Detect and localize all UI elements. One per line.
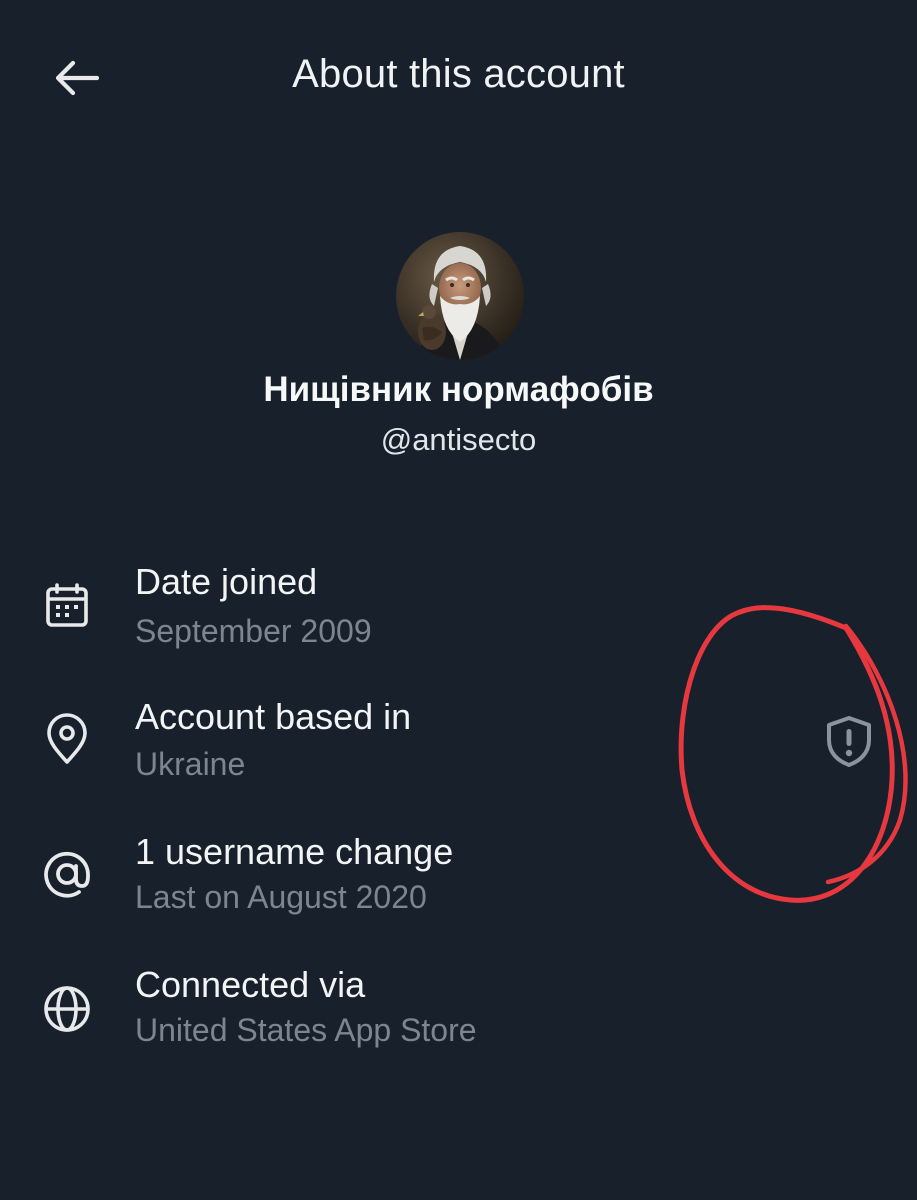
account-based-in-row: Account based in Ukraine xyxy=(0,690,917,800)
header-bar: About this account xyxy=(0,0,917,150)
date-joined-row: Date joined September 2009 xyxy=(0,555,917,665)
username-change-row: 1 username change Last on August 2020 xyxy=(0,825,917,935)
display-name: Нищівник нормафобів xyxy=(263,370,654,409)
calendar-icon xyxy=(38,577,96,635)
avatar[interactable] xyxy=(396,232,524,360)
date-joined-value: September 2009 xyxy=(135,613,372,649)
account-based-in-value: Ukraine xyxy=(135,746,246,782)
account-based-in-label: Account based in xyxy=(135,696,412,737)
globe-icon xyxy=(38,980,96,1038)
username-change-value: Last on August 2020 xyxy=(135,879,427,915)
date-joined-label: Date joined xyxy=(135,561,318,602)
profile-photo xyxy=(396,232,524,360)
connected-via-value: United States App Store xyxy=(135,1012,477,1048)
username-handle: @antisecto xyxy=(380,422,537,457)
page-title: About this account xyxy=(292,52,625,96)
connected-via-label: Connected via xyxy=(135,964,366,1005)
username-change-label: 1 username change xyxy=(135,831,454,872)
shield-alert-icon xyxy=(827,716,871,767)
about-account-screen: About this account Нищівник нормафобів @… xyxy=(0,0,917,1200)
at-sign-icon xyxy=(38,845,96,903)
connected-via-row: Connected via United States App Store xyxy=(0,958,917,1068)
shield-alert-button[interactable] xyxy=(822,714,876,768)
location-pin-icon xyxy=(38,710,96,768)
